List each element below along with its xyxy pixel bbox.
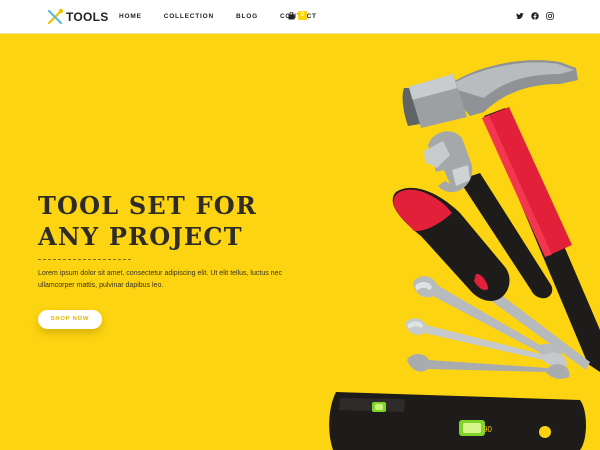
hero-title-line-1: TOOL SET FOR	[38, 191, 258, 220]
level-marking: 90	[483, 425, 492, 434]
screwdriver-illustration	[392, 187, 590, 370]
social-links	[509, 12, 554, 20]
adjustable-wrench-illustration	[424, 131, 553, 299]
cart-count-badge: 0	[298, 11, 307, 20]
instagram-icon[interactable]	[546, 12, 554, 20]
hero-title-line-2: ANY PROJECT	[38, 222, 243, 251]
hero-title: TOOL SET FOR ANY PROJECT	[38, 190, 318, 252]
crossed-tools-icon	[47, 8, 64, 25]
twitter-icon[interactable]	[516, 12, 524, 20]
hammer-illustration	[402, 60, 600, 372]
nav-collection[interactable]: COLLECTION	[164, 12, 214, 22]
logo-text: TOOLS	[66, 10, 109, 24]
hero-description: Lorem ipsum dolor sit amet, consectetur …	[38, 270, 282, 289]
logo[interactable]: TOOLS	[46, 8, 109, 26]
facebook-icon[interactable]	[531, 12, 539, 20]
cart-button[interactable]: 0	[288, 11, 307, 20]
spirit-level-illustration: 90	[329, 392, 586, 450]
nav-home[interactable]: HOME	[119, 12, 142, 22]
shopping-bag-icon	[288, 11, 295, 19]
shop-now-button[interactable]: SHOP NOW	[38, 310, 102, 329]
nav-blog[interactable]: BLOG	[236, 12, 258, 22]
wrench-set-illustration	[405, 276, 570, 379]
hero-divider	[38, 259, 131, 260]
site-header: TOOLS HOME COLLECTION BLOG CONTACT 0	[0, 0, 600, 34]
